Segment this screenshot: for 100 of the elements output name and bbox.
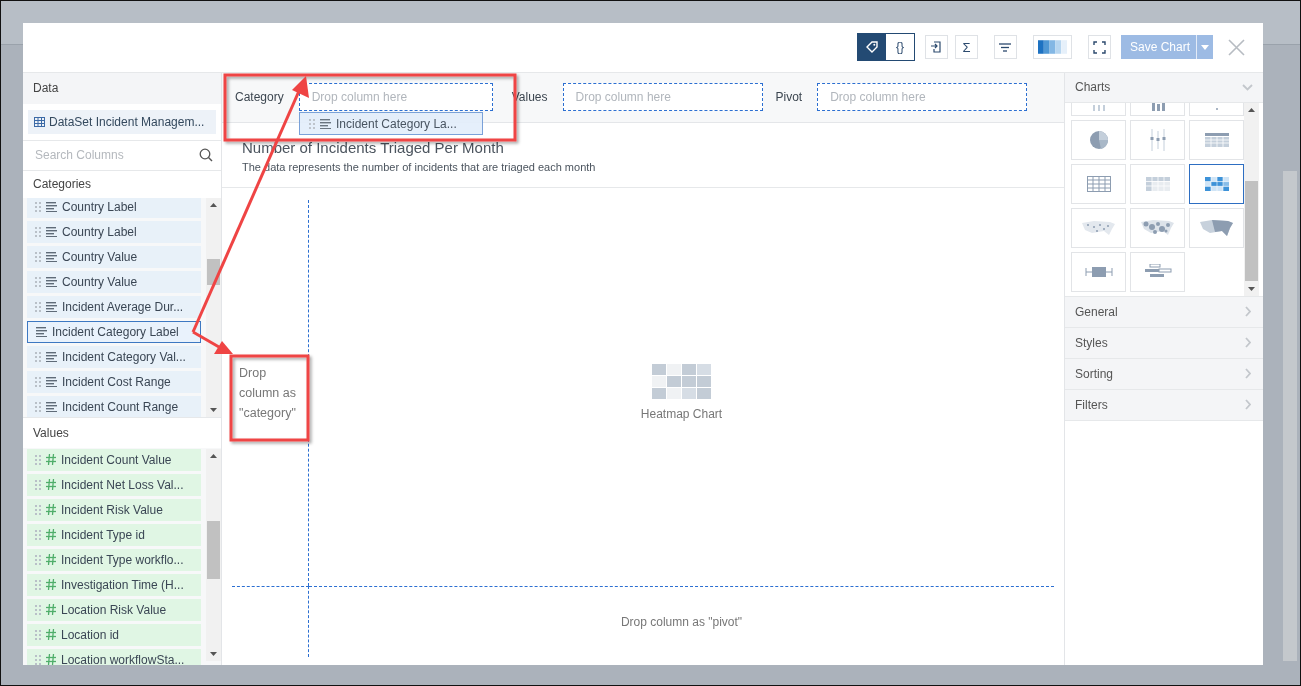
column-item[interactable]: Incident Risk Value [27, 498, 201, 521]
number-column-icon [46, 554, 56, 566]
chart-type-tile[interactable] [1189, 163, 1244, 204]
gantt-icon [1143, 263, 1172, 280]
number-column-icon [46, 579, 56, 591]
settings-section[interactable]: Sorting [1065, 358, 1263, 390]
pivot-table-icon [1145, 176, 1170, 191]
search-icon [199, 148, 213, 163]
drag-handle-icon [35, 579, 41, 590]
choropleth-map-icon [1199, 218, 1234, 237]
export-icon [930, 41, 943, 54]
column-item[interactable]: Country Value [27, 270, 201, 293]
filter-button[interactable] [993, 35, 1017, 60]
grid-table-icon [1086, 175, 1111, 192]
text-column-icon [36, 326, 47, 337]
bar-chart-icon [1090, 104, 1107, 111]
text-column-icon [46, 201, 57, 212]
drag-handle-icon [35, 301, 41, 312]
dot-icon [1214, 106, 1219, 111]
column-item[interactable]: Investigation Time (H... [27, 573, 201, 596]
column-item[interactable]: Country Label [27, 220, 201, 243]
pie-chart-icon [1088, 129, 1109, 150]
drag-handle-icon [35, 376, 41, 387]
table-icon [34, 116, 45, 127]
column-item[interactable]: Country Label [27, 197, 201, 218]
dataset-item[interactable]: DataSet Incident Managem... [28, 109, 216, 134]
column-item[interactable]: Location id [27, 623, 201, 646]
column-item[interactable]: Incident Category Val... [27, 345, 201, 368]
drag-handle-icon [309, 118, 315, 129]
text-column-icon [320, 118, 331, 129]
heatmap-icon [652, 363, 711, 399]
chevron-right-icon [1245, 368, 1251, 380]
drag-handle-icon [35, 226, 41, 237]
text-column-icon [46, 301, 57, 312]
column-item[interactable]: Incident Net Loss Val... [27, 473, 201, 496]
tag-icon [865, 41, 878, 54]
chevron-right-icon [1245, 337, 1251, 349]
drag-handle-icon [35, 529, 41, 540]
column-item[interactable]: Incident Count Range [27, 395, 201, 417]
map-icon [1081, 219, 1116, 236]
column-item[interactable]: Incident Type workflo... [27, 548, 201, 571]
column-item[interactable]: Location workflowSta... [27, 648, 201, 665]
column-item[interactable]: Incident Count Value [27, 448, 201, 471]
close-button[interactable] [1228, 38, 1245, 56]
chevron-down-icon [1242, 83, 1253, 91]
drag-handle-icon [35, 504, 41, 515]
number-column-icon [46, 654, 56, 665]
number-column-icon [46, 504, 56, 516]
drag-handle-icon [35, 654, 41, 665]
search-field[interactable]: Search Columns [33, 145, 199, 166]
column-item[interactable]: Location Risk Value [27, 598, 201, 621]
fullscreen-button[interactable] [1087, 35, 1111, 60]
filter-icon [999, 42, 1012, 52]
boxplot-icon [1148, 128, 1167, 151]
number-column-icon [46, 529, 56, 541]
drag-handle-icon [35, 479, 41, 490]
drag-handle-icon [35, 401, 41, 412]
chart-type-label: Heatmap Chart [640, 405, 723, 423]
drag-handle-icon [35, 554, 41, 565]
column-item[interactable]: Incident Category Label [27, 320, 201, 343]
drop-hint: Drop column as "pivot" [620, 614, 743, 631]
column-item[interactable]: Country Value [27, 245, 201, 268]
drag-handle-icon [35, 604, 41, 615]
drag-handle-icon [35, 276, 41, 287]
sum-button[interactable]: Σ [954, 35, 978, 60]
settings-section[interactable]: Filters [1065, 389, 1263, 421]
text-column-icon [46, 226, 57, 237]
heatmap-icon [1204, 176, 1229, 191]
text-column-icon [46, 276, 57, 287]
panel-header[interactable]: Charts [1065, 72, 1263, 103]
drop-hint: Drop column as "category" [239, 365, 297, 422]
number-column-icon [46, 629, 56, 641]
text-column-icon [46, 251, 57, 262]
tag-button[interactable] [857, 34, 886, 61]
text-column-icon [46, 351, 57, 362]
panel-header: Data [23, 72, 221, 104]
horizontal-boxplot-icon [1084, 265, 1113, 278]
table-chart-icon [1204, 132, 1229, 147]
drag-handle-icon [35, 629, 41, 640]
number-column-icon [46, 604, 56, 616]
field-label: Pivot [775, 89, 803, 107]
column-chart-icon [1149, 102, 1166, 111]
column-item[interactable]: Incident Average Dur... [27, 295, 201, 318]
fullscreen-icon [1092, 40, 1106, 54]
text-column-icon [46, 401, 57, 412]
dragged-column[interactable]: Incident Category La... [299, 112, 483, 135]
field-label: Category [235, 89, 284, 107]
palette-button[interactable] [1032, 35, 1072, 60]
settings-section[interactable]: Styles [1065, 327, 1263, 359]
chevron-right-icon [1245, 399, 1251, 411]
settings-section[interactable]: General [1065, 296, 1263, 328]
color-scale-icon [1037, 40, 1067, 55]
column-item[interactable]: Incident Cost Range [27, 370, 201, 393]
close-icon [1228, 38, 1245, 56]
column-item[interactable]: Incident Type id [27, 523, 201, 546]
export-button[interactable] [924, 35, 948, 60]
drag-handle-icon [35, 251, 41, 262]
bubble-map-icon [1140, 218, 1175, 237]
number-column-icon [46, 454, 56, 466]
drag-handle-icon [35, 454, 41, 465]
